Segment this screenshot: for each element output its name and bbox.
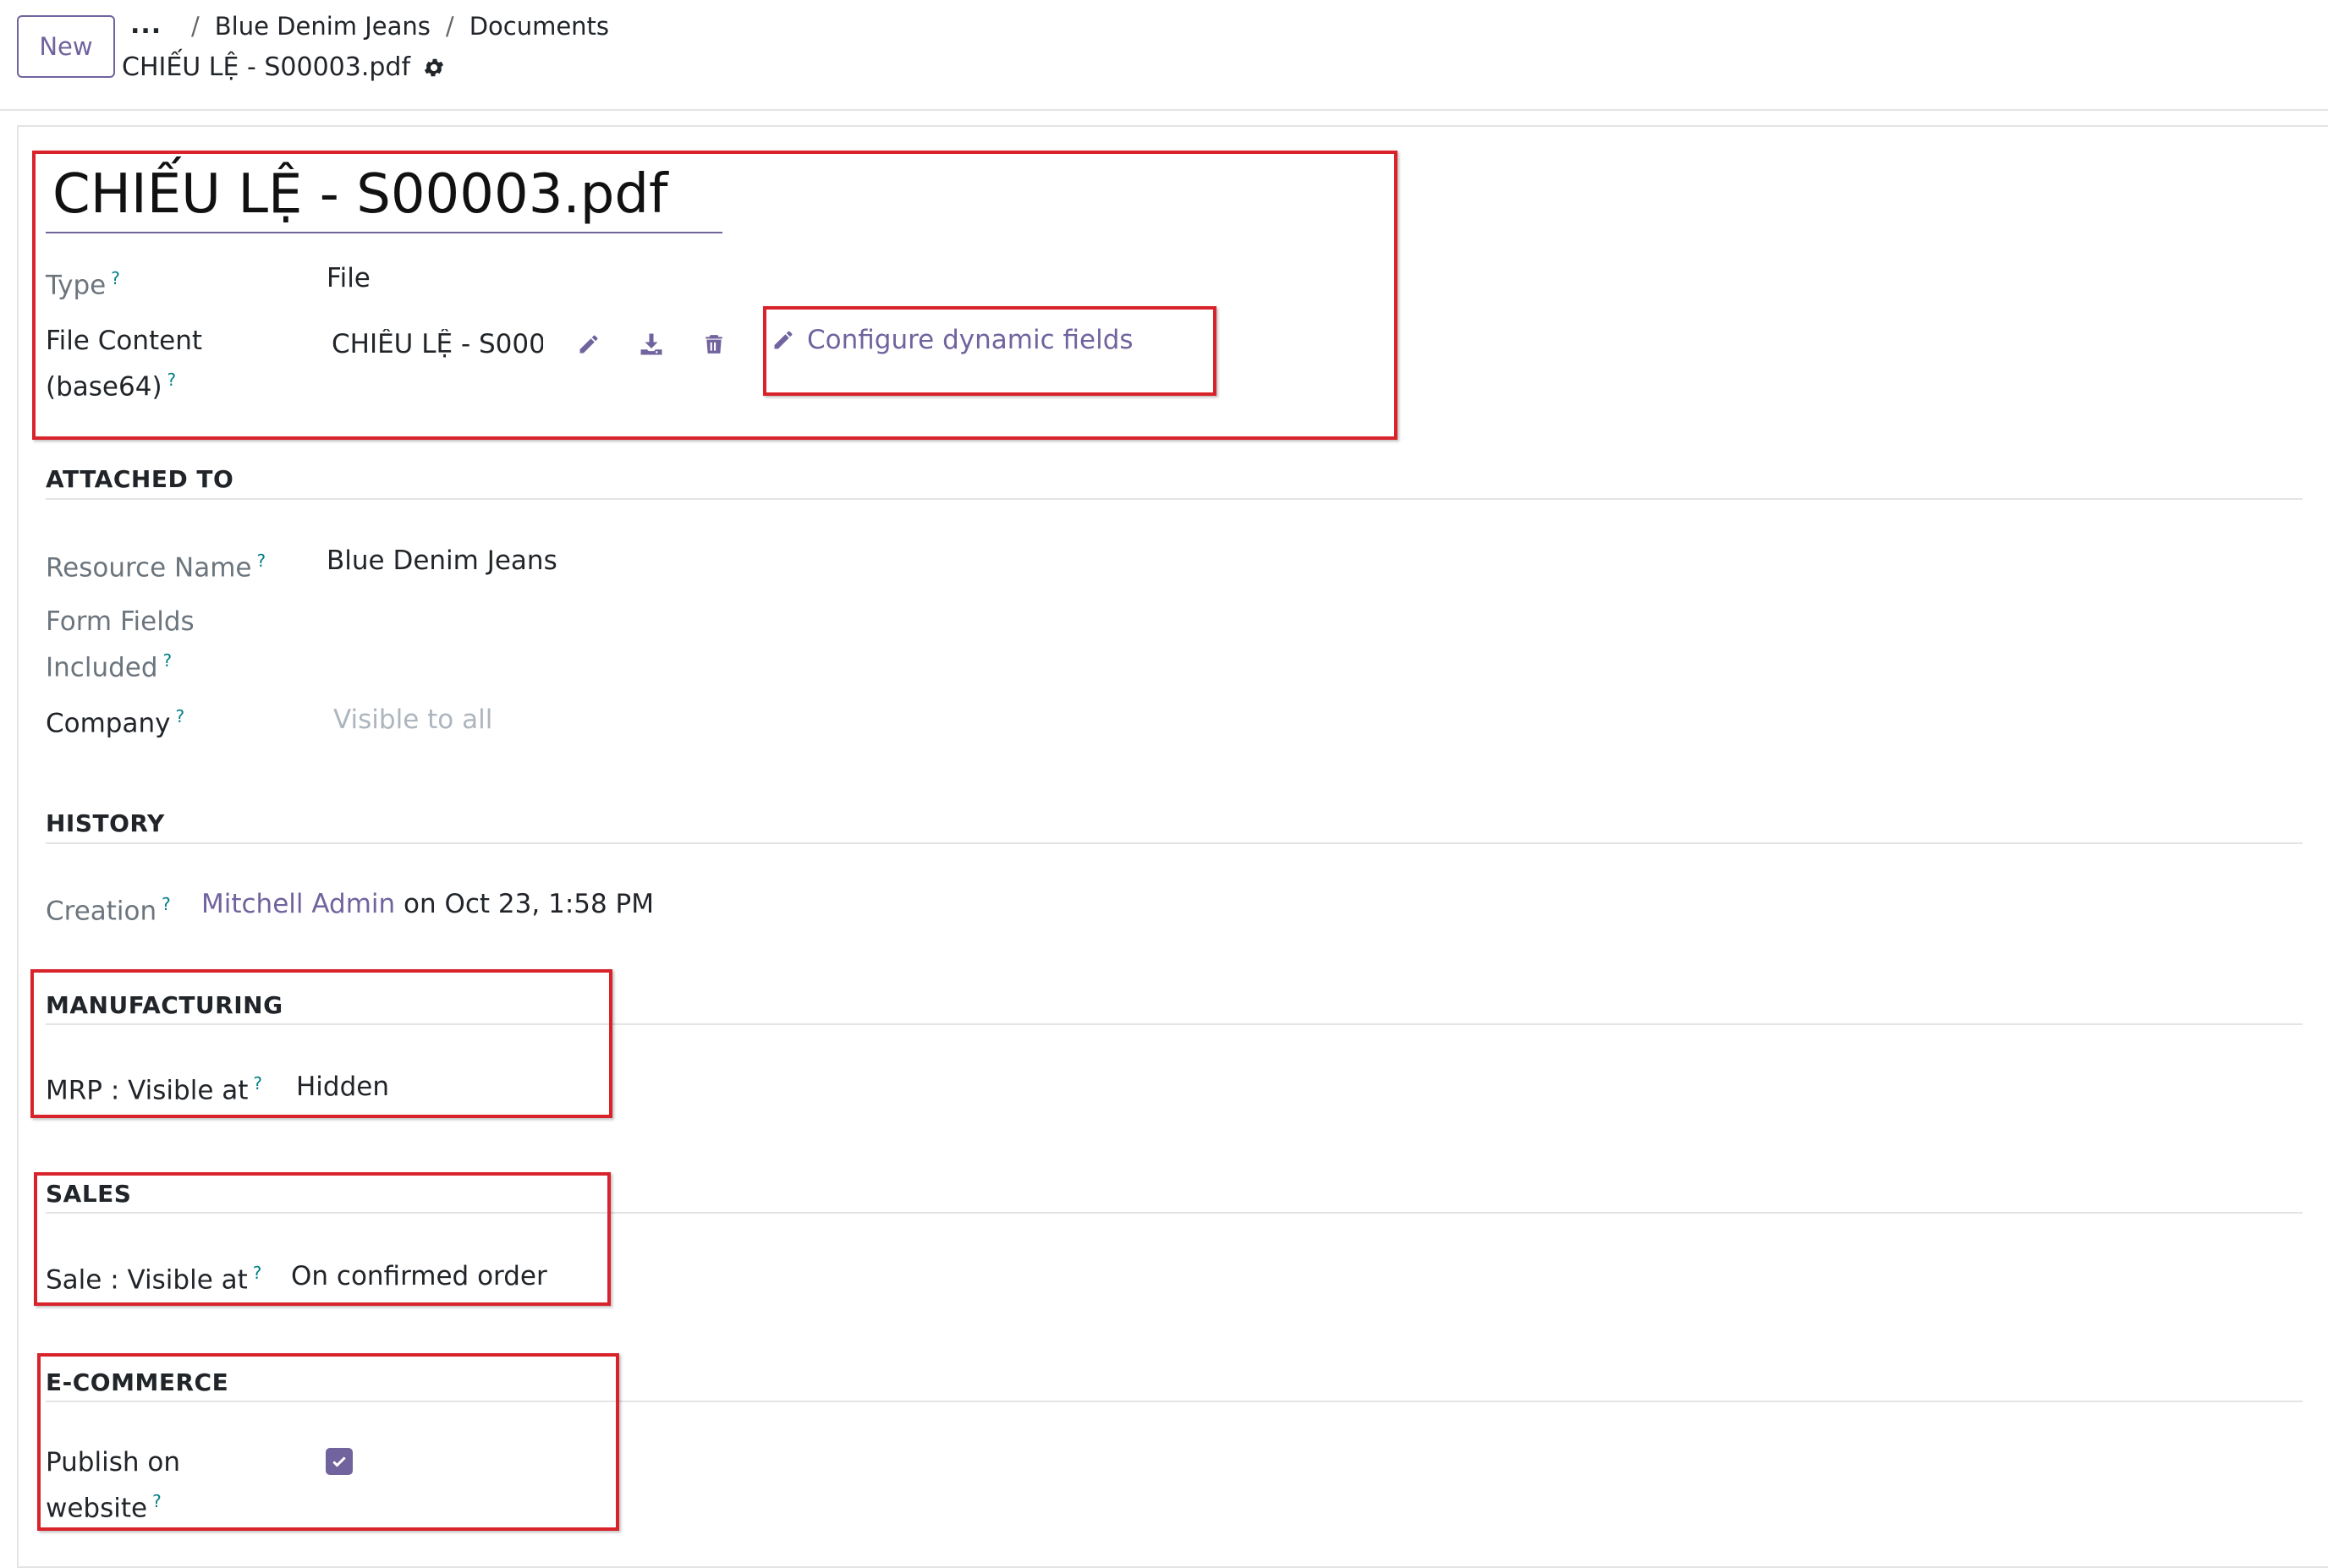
help-icon[interactable]: ? bbox=[175, 706, 184, 726]
type-value: File bbox=[327, 263, 371, 293]
publish-on-website-checkbox[interactable] bbox=[326, 1448, 353, 1475]
section-divider bbox=[46, 498, 2303, 500]
section-divider bbox=[46, 1023, 2303, 1025]
pencil-icon bbox=[774, 331, 793, 349]
breadcrumb-separator: / bbox=[191, 12, 200, 41]
section-divider bbox=[46, 1401, 2303, 1402]
help-icon[interactable]: ? bbox=[167, 370, 177, 390]
file-name-value: CHIẾU LỆ - S00003.pdf bbox=[332, 329, 543, 359]
new-button[interactable]: New bbox=[17, 15, 115, 78]
control-panel: New ... / Blue Denim Jeans / Documents C… bbox=[0, 0, 2328, 111]
gear-icon[interactable] bbox=[422, 56, 446, 79]
pencil-icon[interactable] bbox=[572, 327, 606, 361]
creation-value: Mitchell Admin on Oct 23, 1:58 PM bbox=[201, 885, 654, 924]
mrp-visible-at-label: MRP : Visible at? bbox=[46, 1073, 263, 1106]
breadcrumb: / Blue Denim Jeans / Documents bbox=[176, 12, 609, 41]
creation-label: Creation? bbox=[46, 894, 171, 927]
section-title-history: HISTORY bbox=[46, 809, 165, 837]
mrp-visible-at-select[interactable]: Hidden bbox=[296, 1067, 389, 1106]
checkmark-icon bbox=[332, 1456, 346, 1467]
help-icon[interactable]: ? bbox=[162, 894, 171, 914]
section-divider bbox=[46, 842, 2303, 844]
configure-dynamic-fields-label: Configure dynamic fields bbox=[807, 325, 1134, 355]
section-title-attached-to: ATTACHED TO bbox=[46, 465, 234, 493]
help-icon[interactable]: ? bbox=[256, 551, 266, 571]
configure-dynamic-fields-link[interactable]: Configure dynamic fields bbox=[771, 325, 1134, 355]
breadcrumb-ellipsis-button[interactable]: ... bbox=[130, 10, 162, 40]
record-name-text: CHIẾU LỆ - S00003.pdf bbox=[122, 52, 411, 82]
document-name-input[interactable]: CHIẾU LỆ - S00003.pdf bbox=[46, 161, 722, 233]
publish-on-website-label: Publish on website? bbox=[46, 1447, 180, 1524]
help-icon[interactable]: ? bbox=[163, 650, 173, 671]
help-icon[interactable]: ? bbox=[253, 1263, 262, 1283]
breadcrumb-item-documents[interactable]: Documents bbox=[469, 12, 609, 41]
record-title: CHIẾU LỆ - S00003.pdf bbox=[122, 52, 446, 82]
type-label: Type? bbox=[46, 268, 120, 301]
help-icon[interactable]: ? bbox=[253, 1073, 262, 1094]
breadcrumb-separator: / bbox=[445, 12, 454, 41]
breadcrumb-item-product[interactable]: Blue Denim Jeans bbox=[215, 12, 431, 41]
section-title-manufacturing: MANUFACTURING bbox=[46, 991, 283, 1019]
help-icon[interactable]: ? bbox=[152, 1491, 162, 1511]
creation-user-link[interactable]: Mitchell Admin bbox=[201, 889, 395, 919]
resource-name-label: Resource Name? bbox=[46, 551, 266, 584]
resource-name-value: Blue Denim Jeans bbox=[327, 546, 557, 576]
company-label: Company? bbox=[46, 706, 185, 739]
section-title-sales: SALES bbox=[46, 1180, 132, 1208]
sale-visible-at-select[interactable]: On confirmed order bbox=[291, 1257, 547, 1296]
file-content-widget: CHIẾU LỆ - S00003.pdf bbox=[332, 325, 731, 364]
help-icon[interactable]: ? bbox=[111, 268, 120, 288]
trash-icon[interactable] bbox=[697, 327, 731, 361]
creation-date: on Oct 23, 1:58 PM bbox=[404, 889, 654, 919]
download-icon[interactable] bbox=[634, 327, 668, 361]
sale-visible-at-label: Sale : Visible at? bbox=[46, 1263, 262, 1296]
form-fields-included-label: Form Fields Included? bbox=[46, 606, 195, 683]
file-content-label: File Content (base64)? bbox=[46, 326, 203, 403]
company-input[interactable]: Visible to all bbox=[333, 700, 492, 739]
section-divider bbox=[46, 1212, 2303, 1214]
section-title-ecommerce: E-COMMERCE bbox=[46, 1368, 229, 1396]
